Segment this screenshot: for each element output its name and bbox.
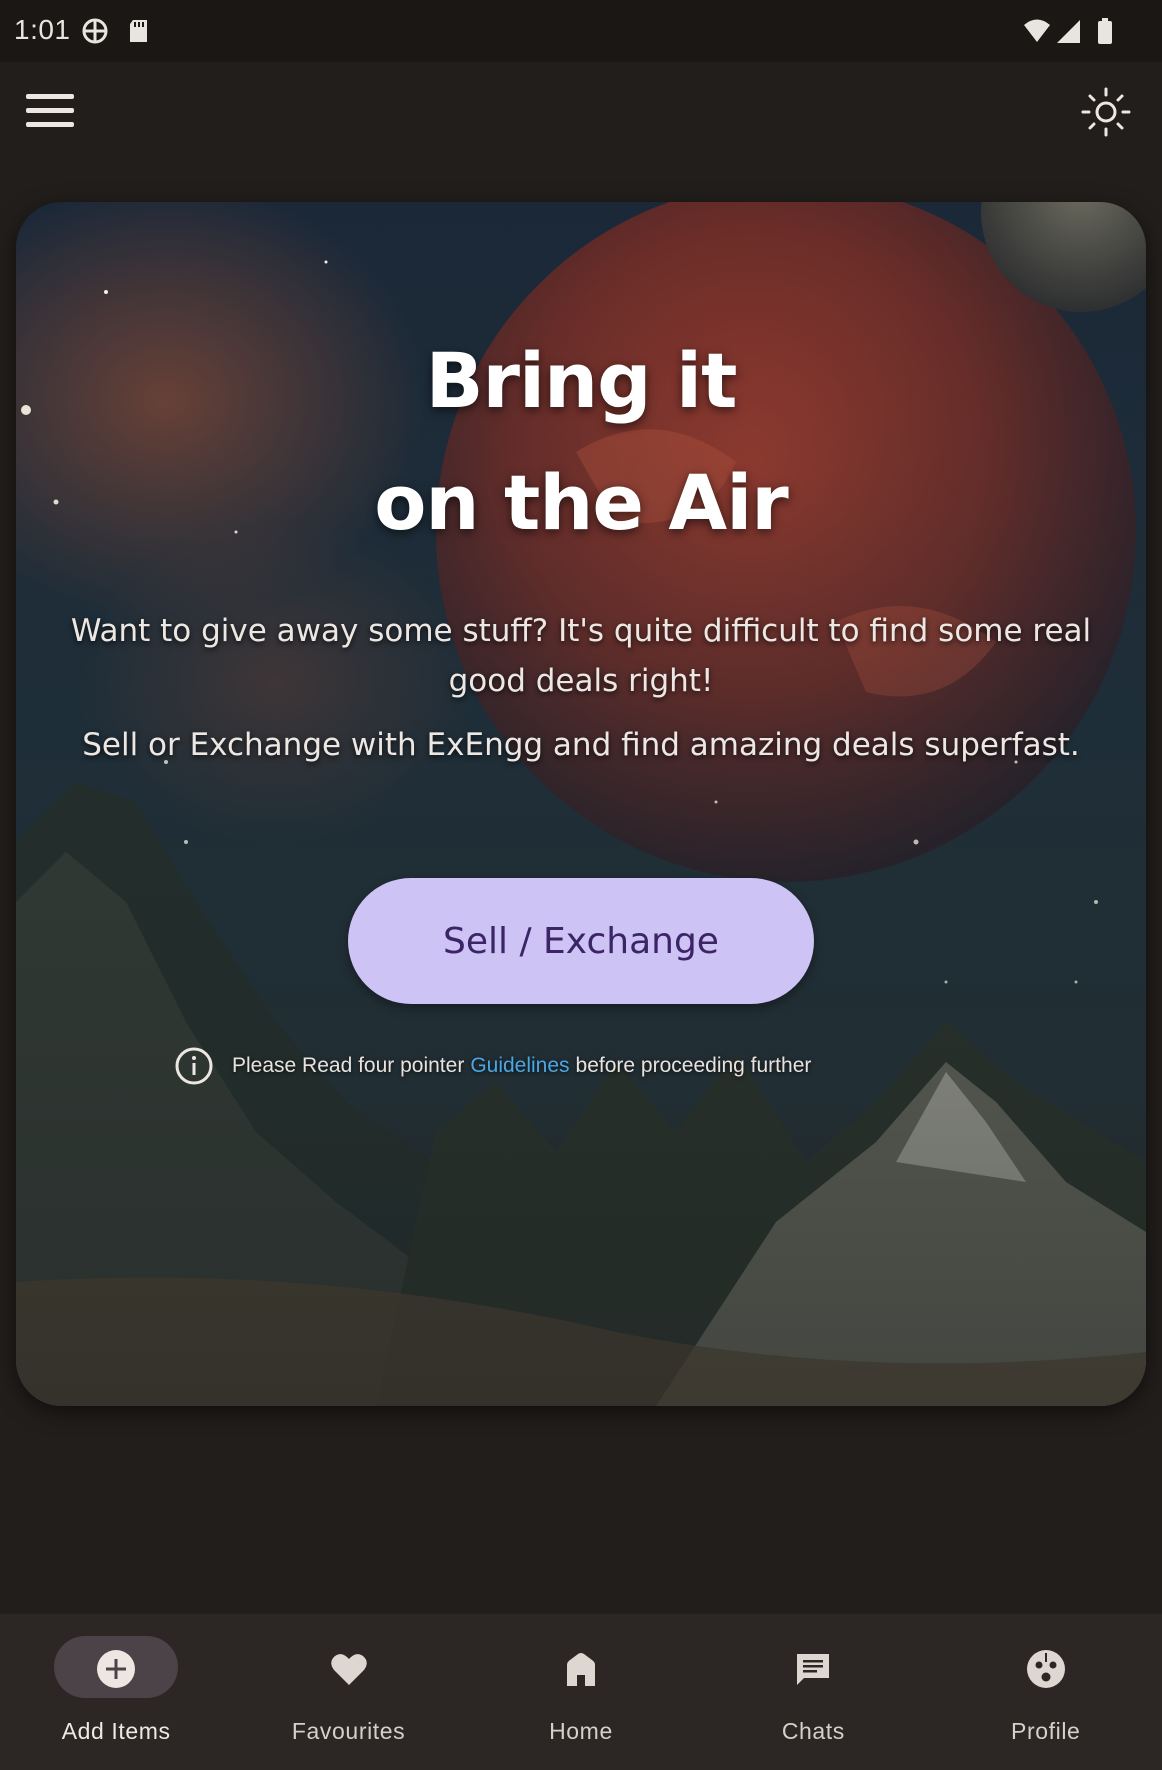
nav-home[interactable]: Home [465, 1614, 697, 1770]
chat-icon [797, 1654, 830, 1685]
nav-label-add-items: Add Items [61, 1718, 171, 1744]
vpn-globe-icon [82, 18, 108, 44]
profile-face-icon [1026, 1650, 1065, 1688]
hero-title: Bring it on the Air [16, 320, 1146, 564]
status-bar: 1:01 [0, 0, 1162, 62]
hero-description-1: Want to give away some stuff? It's quite… [70, 613, 1092, 699]
nav-chats[interactable]: Chats [697, 1614, 929, 1770]
nav-label-profile: Profile [1011, 1718, 1081, 1744]
sd-card-icon [130, 20, 147, 42]
wifi-icon [1024, 19, 1050, 42]
add-circle-icon [97, 1650, 136, 1688]
app-screen: 1:01 Bring it on the Air Want to give aw… [0, 0, 1162, 1770]
sell-exchange-button[interactable]: Sell / Exchange [348, 878, 814, 1004]
hero-title-line2: on the Air [374, 458, 789, 547]
guideline-notice: Please Read four pointer Guidelines befo… [174, 1044, 811, 1088]
hero-description-2: Sell or Exchange with ExEngg and find am… [82, 727, 1080, 763]
signal-icon [1057, 20, 1080, 43]
sun-icon[interactable] [1078, 84, 1134, 140]
hero-card: Bring it on the Air Want to give away so… [16, 202, 1146, 1406]
top-app-bar [0, 62, 1162, 188]
nav-label-favourites: Favourites [291, 1718, 406, 1744]
battery-icon [1098, 18, 1112, 44]
info-icon [175, 1047, 213, 1085]
hamburger-menu-icon[interactable] [22, 84, 80, 138]
hero-title-line1: Bring it [425, 336, 738, 425]
heart-icon [330, 1654, 367, 1685]
nav-label-chats: Chats [781, 1718, 845, 1744]
nav-favourites[interactable]: Favourites [233, 1614, 465, 1770]
bottom-navigation: Add Items Favourites Home Chats Profile [0, 1614, 1162, 1770]
nav-label-home: Home [549, 1718, 613, 1744]
nav-profile[interactable]: Profile [930, 1614, 1162, 1770]
guideline-prefix: Please Read four pointer [232, 1054, 465, 1077]
guideline-suffix: before proceeding further [575, 1054, 812, 1077]
nav-add-items[interactable]: Add Items [0, 1614, 232, 1770]
status-time: 1:01 [14, 14, 71, 45]
home-icon [566, 1653, 595, 1686]
guidelines-link[interactable]: Guidelines [470, 1054, 569, 1078]
